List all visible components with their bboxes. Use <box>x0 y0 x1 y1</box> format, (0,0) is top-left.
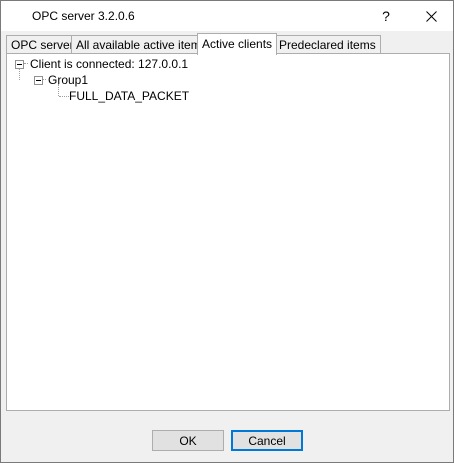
window-title: OPC server 3.2.0.6 <box>32 9 135 23</box>
group-label: Group1 <box>48 73 89 87</box>
opc-server-dialog: OPC server 3.2.0.6 ? OPC server All avai… <box>0 0 454 463</box>
close-button[interactable] <box>409 1 453 31</box>
tab-all-available-active-items[interactable]: All available active items <box>71 35 212 54</box>
tab-opc-server[interactable]: OPC server <box>6 35 79 54</box>
tab-predeclared-items[interactable]: Predeclared items <box>274 35 381 54</box>
tree-connector <box>59 96 69 97</box>
tree-node-client[interactable]: Client is connected: 127.0.0.1 <box>15 56 188 72</box>
collapse-icon[interactable] <box>34 75 43 85</box>
tree-node-item[interactable]: FULL_DATA_PACKET <box>69 88 189 104</box>
collapse-icon[interactable] <box>15 59 24 69</box>
tab-active-clients[interactable]: Active clients <box>197 33 278 55</box>
button-bar: OK Cancel <box>2 415 453 462</box>
tab-strip: OPC server All available active items Ac… <box>6 33 446 55</box>
tree-node-group[interactable]: Group1 <box>34 72 88 88</box>
clients-tree[interactable]: Client is connected: 127.0.0.1 Group1 FU… <box>7 54 449 410</box>
active-clients-panel: Client is connected: 127.0.0.1 Group1 FU… <box>6 53 450 411</box>
item-label: FULL_DATA_PACKET <box>69 89 190 103</box>
cancel-button[interactable]: Cancel <box>231 430 303 451</box>
client-label: Client is connected: 127.0.0.1 <box>30 57 189 71</box>
title-bar: OPC server 3.2.0.6 ? <box>1 1 453 31</box>
close-icon <box>425 10 437 22</box>
help-button[interactable]: ? <box>365 1 407 31</box>
ok-button[interactable]: OK <box>152 430 224 451</box>
